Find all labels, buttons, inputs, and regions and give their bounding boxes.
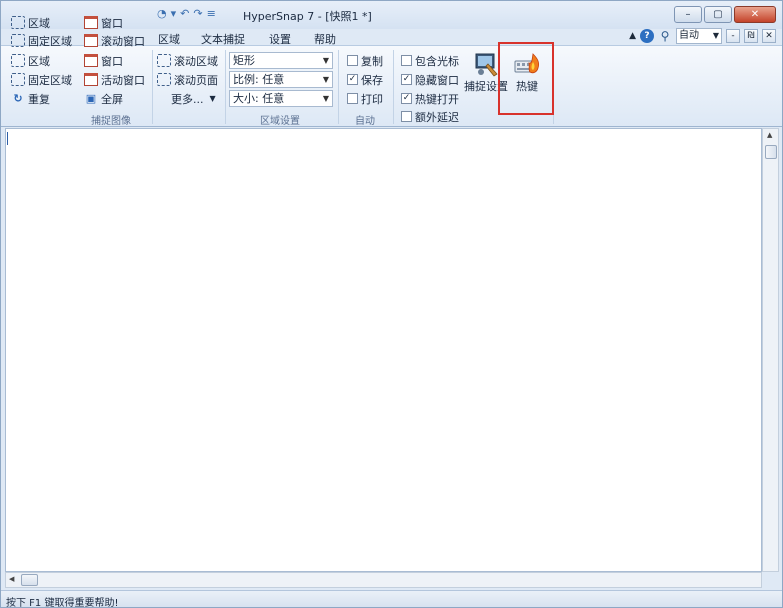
window-title: HyperSnap 7 - [快照1 *] [243,10,372,23]
checkmark-icon: ✓ [401,74,412,85]
quick-access-toolbar: ◔ ▾ ↶ ↷ ≡ [157,7,216,21]
auto-save-checkbox[interactable]: ✓ 保存 [347,71,383,88]
window-button-top[interactable]: 窗口 [84,14,123,31]
minimize-button[interactable]: – [674,6,702,23]
search-icon[interactable]: ⚲ [658,29,672,43]
vertical-scroll-thumb[interactable] [765,145,777,159]
maximize-button[interactable]: ▢ [704,6,732,23]
ratio-select[interactable]: 比例: 任意 ▼ [229,71,333,88]
collapse-ribbon-icon[interactable]: ▲ [629,31,636,41]
ribbon-separator [338,50,339,124]
zoom-value: 自动 [679,30,699,41]
fullscreen-button[interactable]: ▣ 全屏 [84,90,123,107]
more-button[interactable]: 更多... ▼ [171,90,216,107]
fixed-region-icon [11,73,25,86]
region-button[interactable]: 区域 [11,52,50,69]
capture-icon[interactable]: ◔ [157,7,167,21]
scroll-left-icon[interactable]: ◀ [9,575,14,583]
auto-group-label: 自动 [355,116,375,127]
extra-delay-checkbox[interactable]: 额外延迟 [401,108,459,125]
mdi-close-button[interactable]: ✕ [762,29,776,43]
shape-select[interactable]: 矩形 ▼ [229,52,333,69]
auto-print-checkbox[interactable]: 打印 [347,90,383,107]
scroll-region-icon [157,54,171,67]
size-select[interactable]: 大小: 任意 ▼ [229,90,333,107]
mdi-minimize-button[interactable]: - [726,29,740,43]
active-window-icon [84,73,98,86]
horizontal-scroll-thumb[interactable] [21,574,38,586]
region-button-top[interactable]: 区域 [11,14,50,31]
window-icon [84,54,98,67]
region-icon [11,16,25,29]
scroll-page-button[interactable]: 滚动页面 [157,71,218,88]
fixed-region-button-top[interactable]: 固定区域 [11,32,72,49]
tab-row-tools: ▲ ? ⚲ 自动 ▼ - ₪ ✕ [629,28,776,44]
vertical-scrollbar[interactable]: ▲ [762,128,779,572]
status-text: 按下 F1 键取得重要帮助! [6,598,119,608]
monitor-icon: ▣ [85,92,97,105]
chevron-down-icon: ▼ [322,56,329,65]
horizontal-scrollbar[interactable]: ◀ [5,572,762,588]
customize-toolbar-icon[interactable]: ≡ [207,7,216,21]
repeat-button[interactable]: ↻ 重复 [11,90,50,107]
repeat-icon: ↻ [13,92,23,105]
close-button[interactable]: ✕ [734,6,776,23]
undo-icon[interactable]: ↶ [180,7,189,21]
hotkey-highlight-box [498,42,554,115]
include-cursor-checkbox[interactable]: 包含光标 [401,52,459,69]
window-icon [84,16,98,29]
chevron-down-icon: ▼ [322,94,329,103]
chevron-down-icon: ▼ [209,94,216,103]
fixed-region-button[interactable]: 固定区域 [11,71,72,88]
ribbon-separator [152,50,153,124]
auto-copy-checkbox[interactable]: 复制 [347,52,383,69]
checkbox [401,55,412,66]
window-button[interactable]: 窗口 [84,52,123,69]
checkbox [347,93,358,104]
snapshot-canvas[interactable] [5,128,762,572]
redo-icon[interactable]: ↷ [193,7,202,21]
status-bar: 按下 F1 键取得重要帮助! [1,590,782,608]
hide-window-checkbox[interactable]: ✓ 隐藏窗口 [401,71,459,88]
region-icon [11,54,25,67]
checkbox [401,111,412,122]
active-window-button[interactable]: 活动窗口 [84,71,145,88]
window-controls: – ▢ ✕ [674,6,776,23]
chevron-down-icon: ▼ [322,75,329,84]
chevron-down-icon[interactable]: ▾ [171,7,177,21]
region-settings-label: 区域设置 [260,116,300,127]
hotkey-open-checkbox[interactable]: ✓ 热键打开 [401,90,459,107]
zoom-select[interactable]: 自动 ▼ [676,28,722,44]
fixed-region-icon [11,34,25,47]
scroll-page-icon [157,73,171,86]
capture-group-label: 捕捉图像 [91,116,131,127]
help-icon[interactable]: ? [640,29,654,43]
capture-settings-icon [475,53,498,77]
scroll-window-icon [84,34,98,47]
chevron-down-icon: ▼ [712,31,719,40]
checkmark-icon: ✓ [347,74,358,85]
scroll-window-button-top[interactable]: 滚动窗口 [84,32,145,49]
text-caret [7,132,8,145]
mdi-restore-button[interactable]: ₪ [744,29,758,43]
app-window: ◔ ▾ ↶ ↷ ≡ HyperSnap 7 - [快照1 *] – ▢ ✕ 区域… [0,0,783,608]
scroll-region-button[interactable]: 滚动区域 [157,52,218,69]
checkbox [347,55,358,66]
ribbon-separator [393,50,394,124]
ribbon: 区域 固定区域 区域 固定区域 ↻ 重复 窗口 滚动窗口 窗口 活动窗口 ▣ 全… [1,16,782,127]
scroll-up-icon[interactable]: ▲ [767,131,772,139]
ribbon-separator [225,50,226,124]
checkmark-icon: ✓ [401,93,412,104]
